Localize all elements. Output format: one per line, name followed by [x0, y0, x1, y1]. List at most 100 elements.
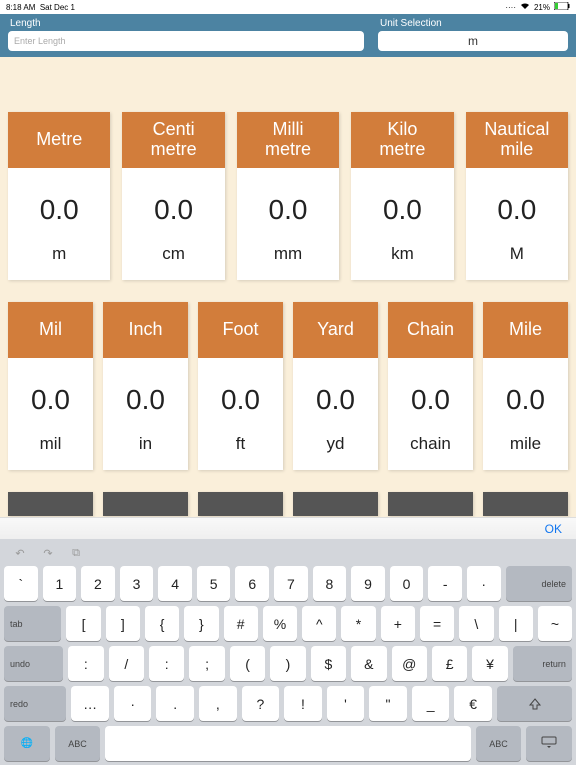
key[interactable]: . [156, 686, 194, 721]
unit-card[interactable]: Nautical mile0.0M [466, 112, 568, 280]
key[interactable]: + [381, 606, 415, 641]
key[interactable]: 2 [81, 566, 115, 601]
key[interactable]: \ [459, 606, 493, 641]
key[interactable]: ] [106, 606, 140, 641]
unit-card[interactable]: Centi metre0.0cm [122, 112, 224, 280]
key[interactable]: ? [242, 686, 280, 721]
clipboard-icon[interactable]: ⧉ [66, 545, 86, 561]
unit-card[interactable]: Mile0.0mile [483, 302, 568, 470]
undo-icon[interactable]: ↶ [10, 545, 30, 561]
key[interactable]: " [369, 686, 407, 721]
key[interactable]: redo [4, 686, 66, 721]
key[interactable]: / [109, 646, 144, 681]
key[interactable]: | [499, 606, 533, 641]
key[interactable]: 8 [313, 566, 347, 601]
unit-card[interactable] [198, 492, 283, 516]
unit-card[interactable] [293, 492, 378, 516]
unit-card-title [198, 492, 283, 516]
unit-card[interactable]: Kilo metre0.0km [351, 112, 453, 280]
key[interactable]: # [224, 606, 258, 641]
key[interactable]: ) [270, 646, 305, 681]
key[interactable]: : [68, 646, 103, 681]
key[interactable]: : [149, 646, 184, 681]
unit-card[interactable]: Yard0.0yd [293, 302, 378, 470]
key[interactable]: % [263, 606, 297, 641]
unit-card[interactable]: Mil0.0mil [8, 302, 93, 470]
key[interactable]: [ [66, 606, 100, 641]
keyboard-ok[interactable]: OK [545, 522, 562, 536]
key[interactable]: 1 [43, 566, 77, 601]
unit-card-value: 0.0 [8, 358, 93, 434]
key[interactable]: { [145, 606, 179, 641]
key[interactable]: ~ [538, 606, 572, 641]
key[interactable]: ( [230, 646, 265, 681]
signal-icon: ···· [505, 3, 516, 12]
key[interactable]: } [184, 606, 218, 641]
unit-card-title [8, 492, 93, 516]
key[interactable]: ABC [55, 726, 101, 761]
key[interactable] [105, 726, 470, 761]
key[interactable]: ¥ [472, 646, 507, 681]
unit-card-value: 0.0 [483, 358, 568, 434]
key[interactable]: _ [412, 686, 450, 721]
key[interactable]: ^ [302, 606, 336, 641]
unit-card[interactable] [388, 492, 473, 516]
unit-card-value: 0.0 [466, 168, 568, 244]
key[interactable]: $ [311, 646, 346, 681]
key[interactable] [497, 686, 572, 721]
key[interactable]: delete [506, 566, 572, 601]
unit-card[interactable]: Milli metre0.0mm [237, 112, 339, 280]
key[interactable]: - [428, 566, 462, 601]
key[interactable]: ABC [476, 726, 522, 761]
unit-card-symbol: mile [483, 434, 568, 470]
unit-select[interactable]: m [378, 31, 568, 51]
unit-card-title: Inch [103, 302, 188, 358]
key[interactable]: 7 [274, 566, 308, 601]
unit-card-symbol: in [103, 434, 188, 470]
key[interactable]: 0 [390, 566, 424, 601]
unit-card[interactable] [8, 492, 93, 516]
key[interactable]: = [420, 606, 454, 641]
unit-card[interactable]: Metre0.0m [8, 112, 110, 280]
key[interactable]: 6 [235, 566, 269, 601]
redo-icon[interactable]: ↷ [38, 545, 58, 561]
unit-card[interactable] [103, 492, 188, 516]
unit-card-title [483, 492, 568, 516]
key[interactable]: 4 [158, 566, 192, 601]
key[interactable]: return [513, 646, 572, 681]
key[interactable]: undo [4, 646, 63, 681]
unit-card-symbol: ft [198, 434, 283, 470]
key[interactable]: 3 [120, 566, 154, 601]
unit-card[interactable]: Chain0.0chain [388, 302, 473, 470]
unit-card-symbol: chain [388, 434, 473, 470]
length-input[interactable]: Enter Length [8, 31, 364, 51]
key[interactable]: * [341, 606, 375, 641]
key[interactable]: · [114, 686, 152, 721]
unit-card[interactable] [483, 492, 568, 516]
key[interactable]: 9 [351, 566, 385, 601]
key[interactable] [526, 726, 572, 761]
keyboard-done-bar: OK [0, 517, 576, 539]
key[interactable]: , [199, 686, 237, 721]
key[interactable]: & [351, 646, 386, 681]
unit-card[interactable]: Inch0.0in [103, 302, 188, 470]
key[interactable]: · [467, 566, 501, 601]
key[interactable]: ` [4, 566, 38, 601]
key[interactable]: ! [284, 686, 322, 721]
unit-card-title [388, 492, 473, 516]
globe-icon: 🌐 [21, 738, 33, 749]
unit-card[interactable]: Foot0.0ft [198, 302, 283, 470]
key[interactable]: … [71, 686, 109, 721]
key[interactable]: € [454, 686, 492, 721]
unit-row-2: Mil0.0milInch0.0inFoot0.0ftYard0.0ydChai… [8, 302, 568, 470]
key[interactable]: tab [4, 606, 61, 641]
key[interactable]: ; [189, 646, 224, 681]
key[interactable]: 5 [197, 566, 231, 601]
unit-card-symbol: mil [8, 434, 93, 470]
shift-icon [528, 697, 542, 711]
key[interactable]: @ [392, 646, 427, 681]
key[interactable]: £ [432, 646, 467, 681]
key[interactable]: 🌐 [4, 726, 50, 761]
battery-icon [554, 2, 570, 12]
key[interactable]: ' [327, 686, 365, 721]
